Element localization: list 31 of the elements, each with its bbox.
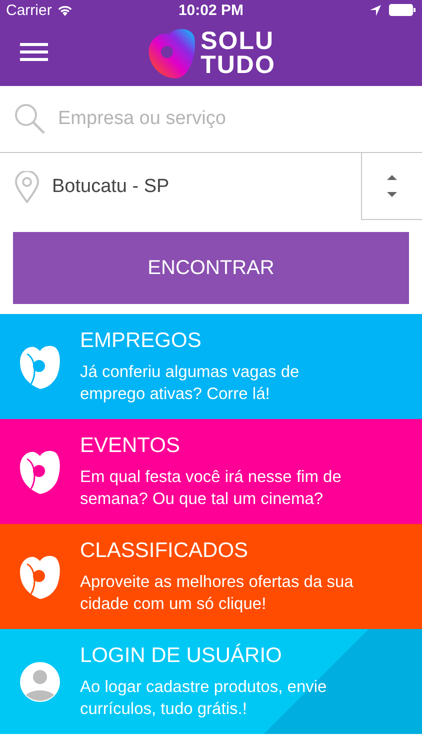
card-title: EMPREGOS <box>80 328 202 352</box>
heart-pin-icon <box>19 344 61 390</box>
avatar-icon <box>19 660 61 702</box>
sort-arrows-icon <box>386 173 398 199</box>
location-arrow-icon <box>370 4 381 16</box>
logo-text: TUDO <box>200 53 276 77</box>
location-pin-icon <box>14 170 40 202</box>
logo-text: SOLU <box>200 29 276 53</box>
logo-icon <box>146 26 197 80</box>
category-card[interactable]: EVENTOS Em qual festa você irá nesse fim de semana? Ou que tal um cinema? <box>0 419 422 524</box>
card-title: LOGIN DE USUÁRIO <box>80 644 283 668</box>
card-description: Já conferiu algumas vagas de emprego ativas? Corre lá! <box>80 362 300 404</box>
category-card[interactable]: CLASSIFICADOS Aproveite as melhores ofertas da sua cidade com um só clique! <box>0 524 422 629</box>
battery-icon <box>389 4 416 16</box>
card-title: EVENTOS <box>80 434 181 458</box>
time-label: 10:02 PM <box>178 2 244 18</box>
wifi-icon <box>56 4 73 16</box>
heart-pin-icon <box>19 448 61 494</box>
location-field[interactable]: Botucatu - SP <box>52 176 361 198</box>
card-description: Em qual festa você irá nesse fim de semana? Ou que tal um cinema? <box>80 466 342 510</box>
search-field[interactable]: Empresa ou serviço <box>58 108 422 130</box>
carrier-label: Carrier <box>6 2 52 18</box>
card-description: Ao logar cadastre produtos, envie currículos, tudo grátis.! <box>80 676 328 720</box>
category-card[interactable]: LOGIN DE USUÁRIO Ao logar cadastre produtos, envie currículos, tudo grátis.! <box>0 629 422 734</box>
card-description: Aproveite as melhores ofertas da sua cidade com um só clique! <box>80 572 354 614</box>
search-icon <box>14 103 46 135</box>
category-card[interactable]: EMPREGOS Já conferiu algumas vagas de emprego ativas? Corre lá! <box>0 314 422 419</box>
menu-button[interactable] <box>20 42 48 62</box>
heart-pin-icon <box>19 554 61 600</box>
find-button[interactable]: ENCONTRAR <box>13 232 409 304</box>
card-title: CLASSIFICADOS <box>80 538 250 562</box>
